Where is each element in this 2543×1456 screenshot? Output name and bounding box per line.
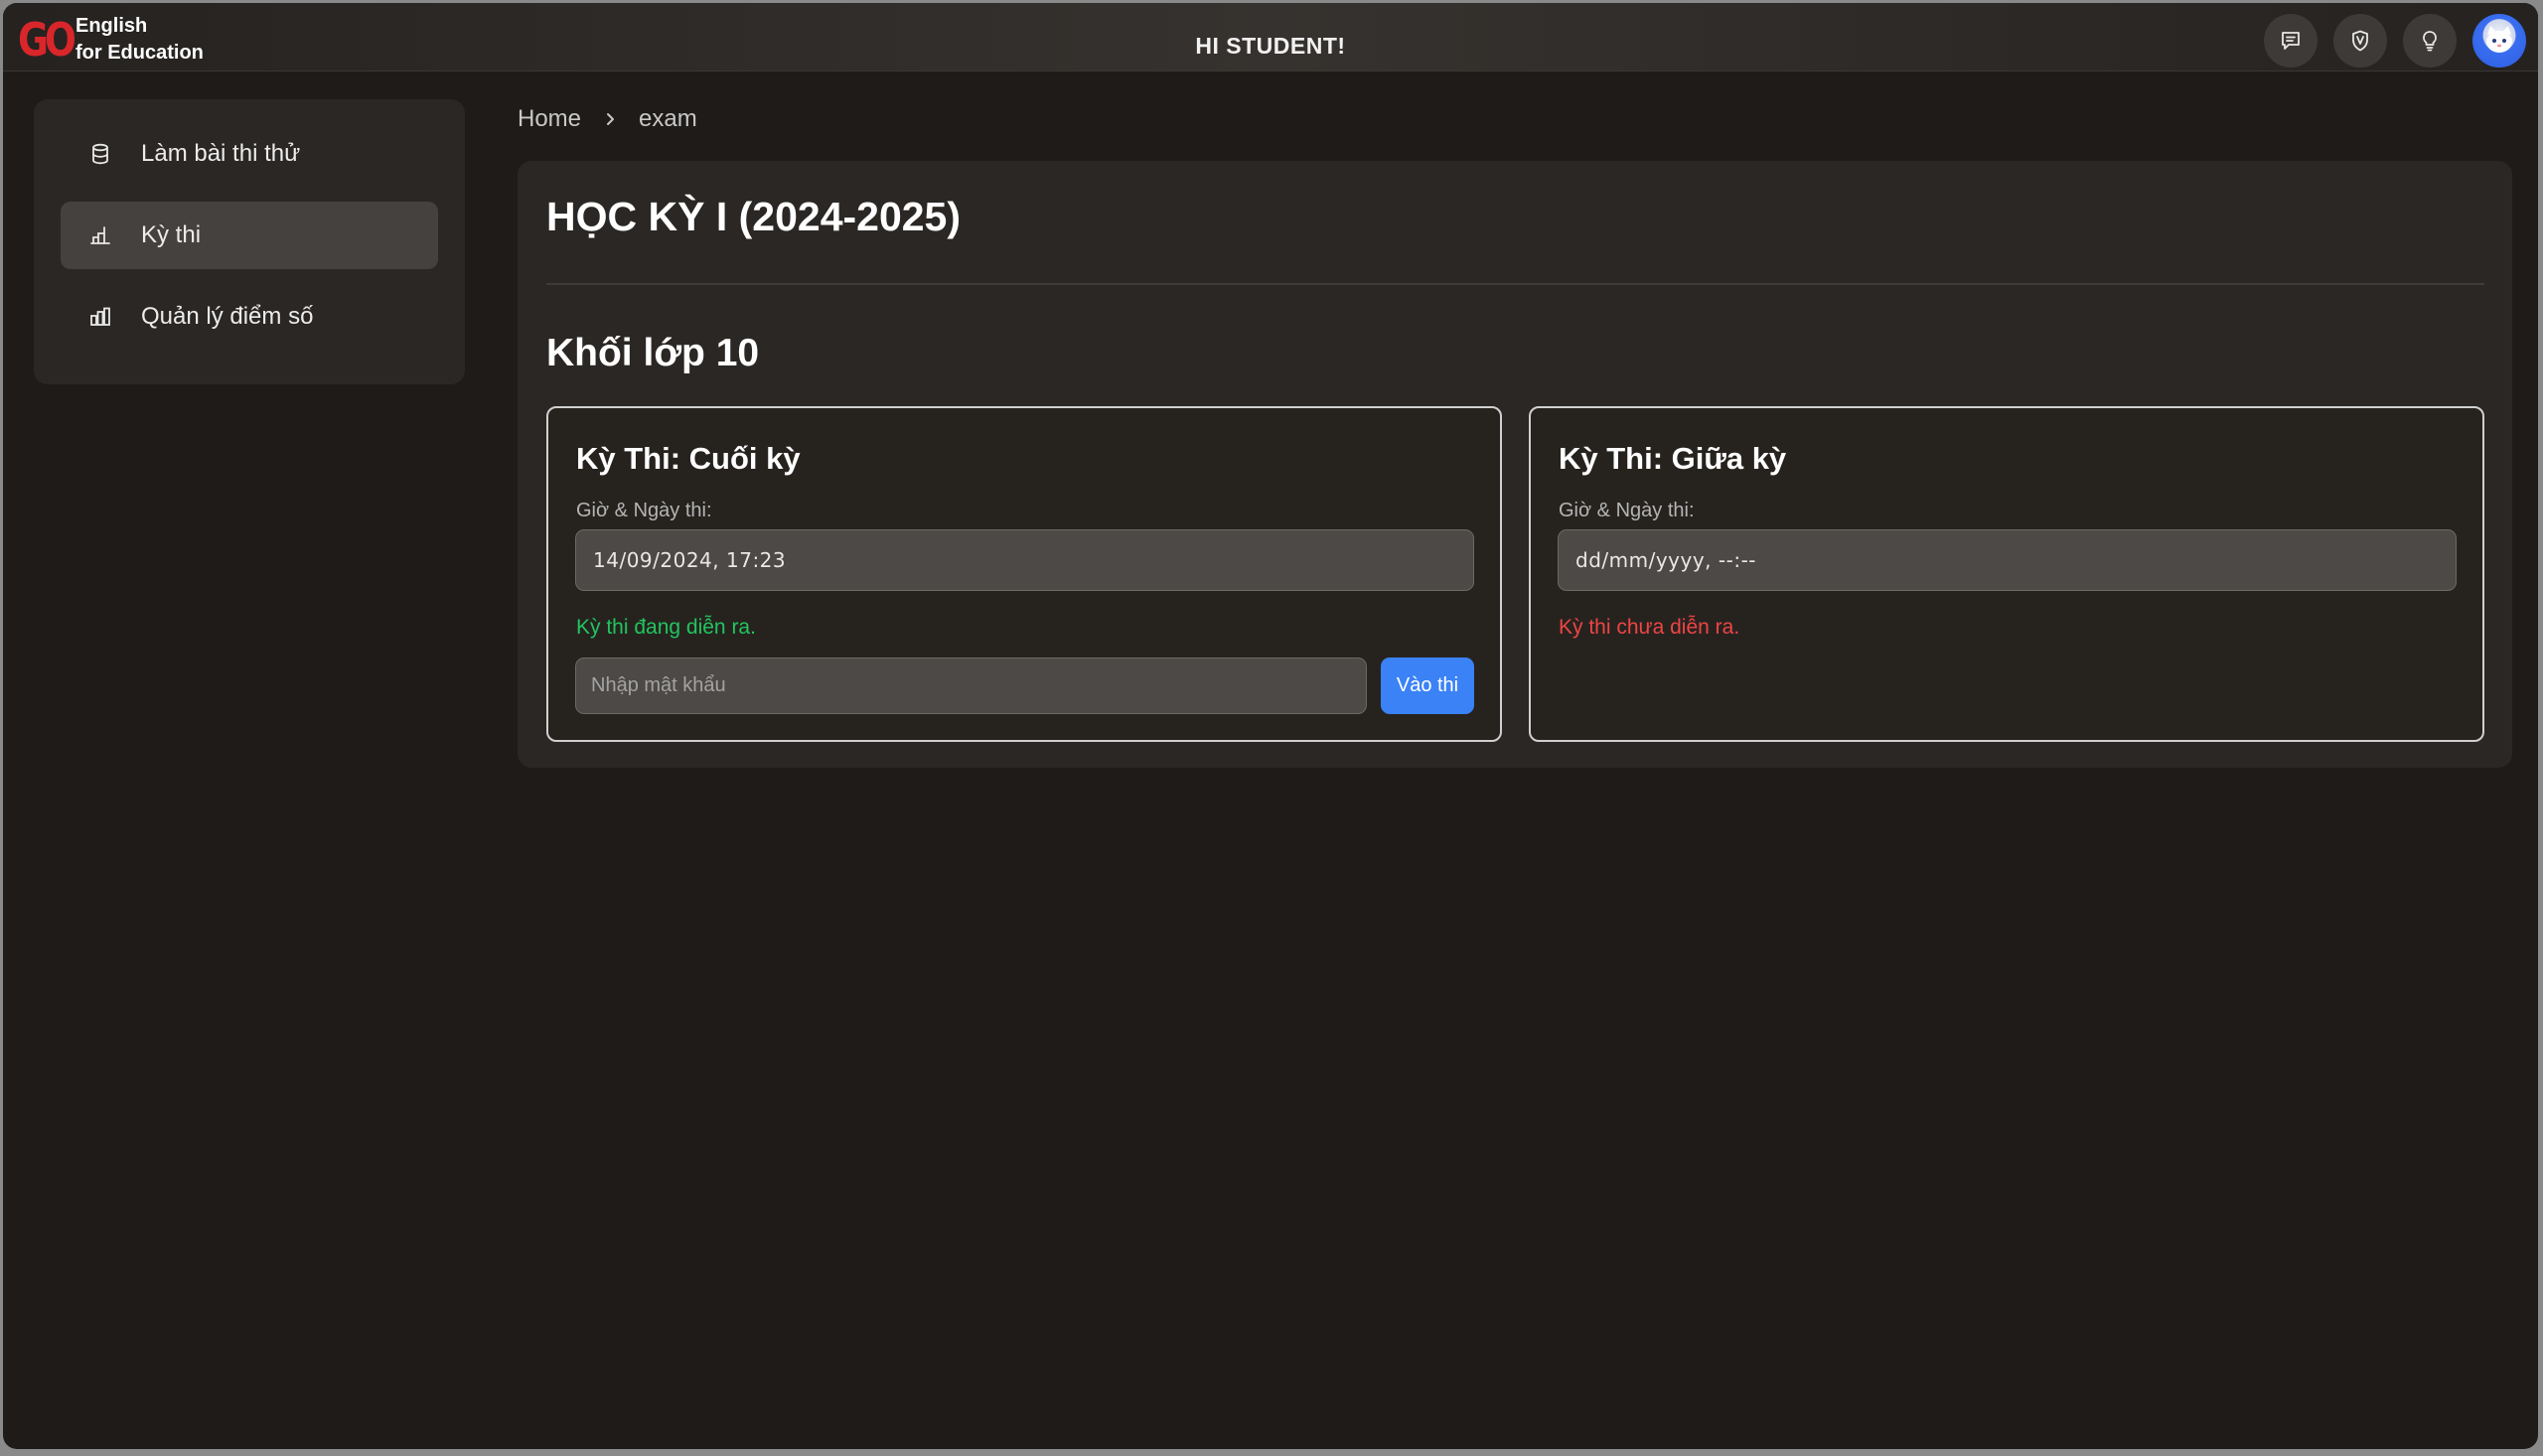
sidebar-item-score-management[interactable]: Quản lý điểm số: [61, 283, 438, 351]
sidebar: Làm bài thi thử Kỳ thi Quản lý điểm số: [34, 99, 465, 384]
datetime-field[interactable]: 14/09/2024, 17:23: [575, 529, 1474, 591]
exam-chart-icon: [87, 222, 113, 248]
vocab-button[interactable]: [2333, 14, 2387, 68]
exam-status: Kỳ thi đang diễn ra.: [576, 616, 756, 639]
top-bar: GO English for Education HI STUDENT!: [3, 3, 2538, 72]
greeting: HI STUDENT!: [1195, 33, 1346, 59]
exam-card-midterm: Kỳ Thi: Giữa kỳ Giờ & Ngày thi: dd/mm/yy…: [1529, 406, 2484, 742]
datetime-label: Giờ & Ngày thi:: [576, 500, 712, 521]
password-input[interactable]: Nhập mật khẩu: [575, 657, 1367, 714]
grade-title: Khối lớp 10: [546, 332, 760, 374]
exam-panel: HỌC KỲ I (2024-2025) Khối lớp 10 Kỳ Thi:…: [518, 161, 2512, 768]
datetime-field[interactable]: dd/mm/yyyy, --:--: [1558, 529, 2457, 591]
lightbulb-icon: [2423, 31, 2437, 52]
term-title: HỌC KỲ I (2024-2025): [546, 194, 962, 239]
breadcrumb-home[interactable]: Home: [518, 105, 581, 133]
sidebar-item-label: Kỳ thi: [141, 221, 202, 248]
vocab-badge-icon: [2352, 30, 2368, 52]
exam-title: Kỳ Thi: Giữa kỳ: [1559, 441, 1787, 476]
breadcrumb: Home exam: [518, 105, 697, 133]
breadcrumb-current: exam: [639, 105, 697, 132]
database-icon: [87, 141, 113, 167]
bar-chart-icon: [87, 304, 113, 330]
chat-icon: [2282, 32, 2300, 50]
datetime-label: Giờ & Ngày thi:: [1559, 500, 1695, 521]
exam-title: Kỳ Thi: Cuối kỳ: [576, 441, 801, 476]
divider: [546, 283, 2484, 285]
tips-button[interactable]: [2403, 14, 2457, 68]
sidebar-item-label: Quản lý điểm số: [141, 303, 314, 330]
sidebar-item-practice-exam[interactable]: Làm bài thi thử: [61, 120, 438, 188]
sidebar-item-label: Làm bài thi thử: [141, 140, 301, 167]
chat-button[interactable]: [2264, 14, 2318, 68]
sidebar-item-exams[interactable]: Kỳ thi: [61, 202, 438, 269]
user-avatar[interactable]: [2472, 14, 2526, 68]
cat-avatar-icon: [2486, 26, 2512, 53]
exam-status: Kỳ thi chưa diễn ra.: [1559, 616, 1740, 639]
chevron-right-icon: [603, 112, 617, 126]
exam-card-final: Kỳ Thi: Cuối kỳ Giờ & Ngày thi: 14/09/20…: [546, 406, 1502, 742]
header-actions: [2264, 14, 2526, 68]
enter-exam-button[interactable]: Vào thi: [1381, 657, 1474, 714]
app-window: GO English for Education HI STUDENT! Làm…: [3, 3, 2538, 1449]
